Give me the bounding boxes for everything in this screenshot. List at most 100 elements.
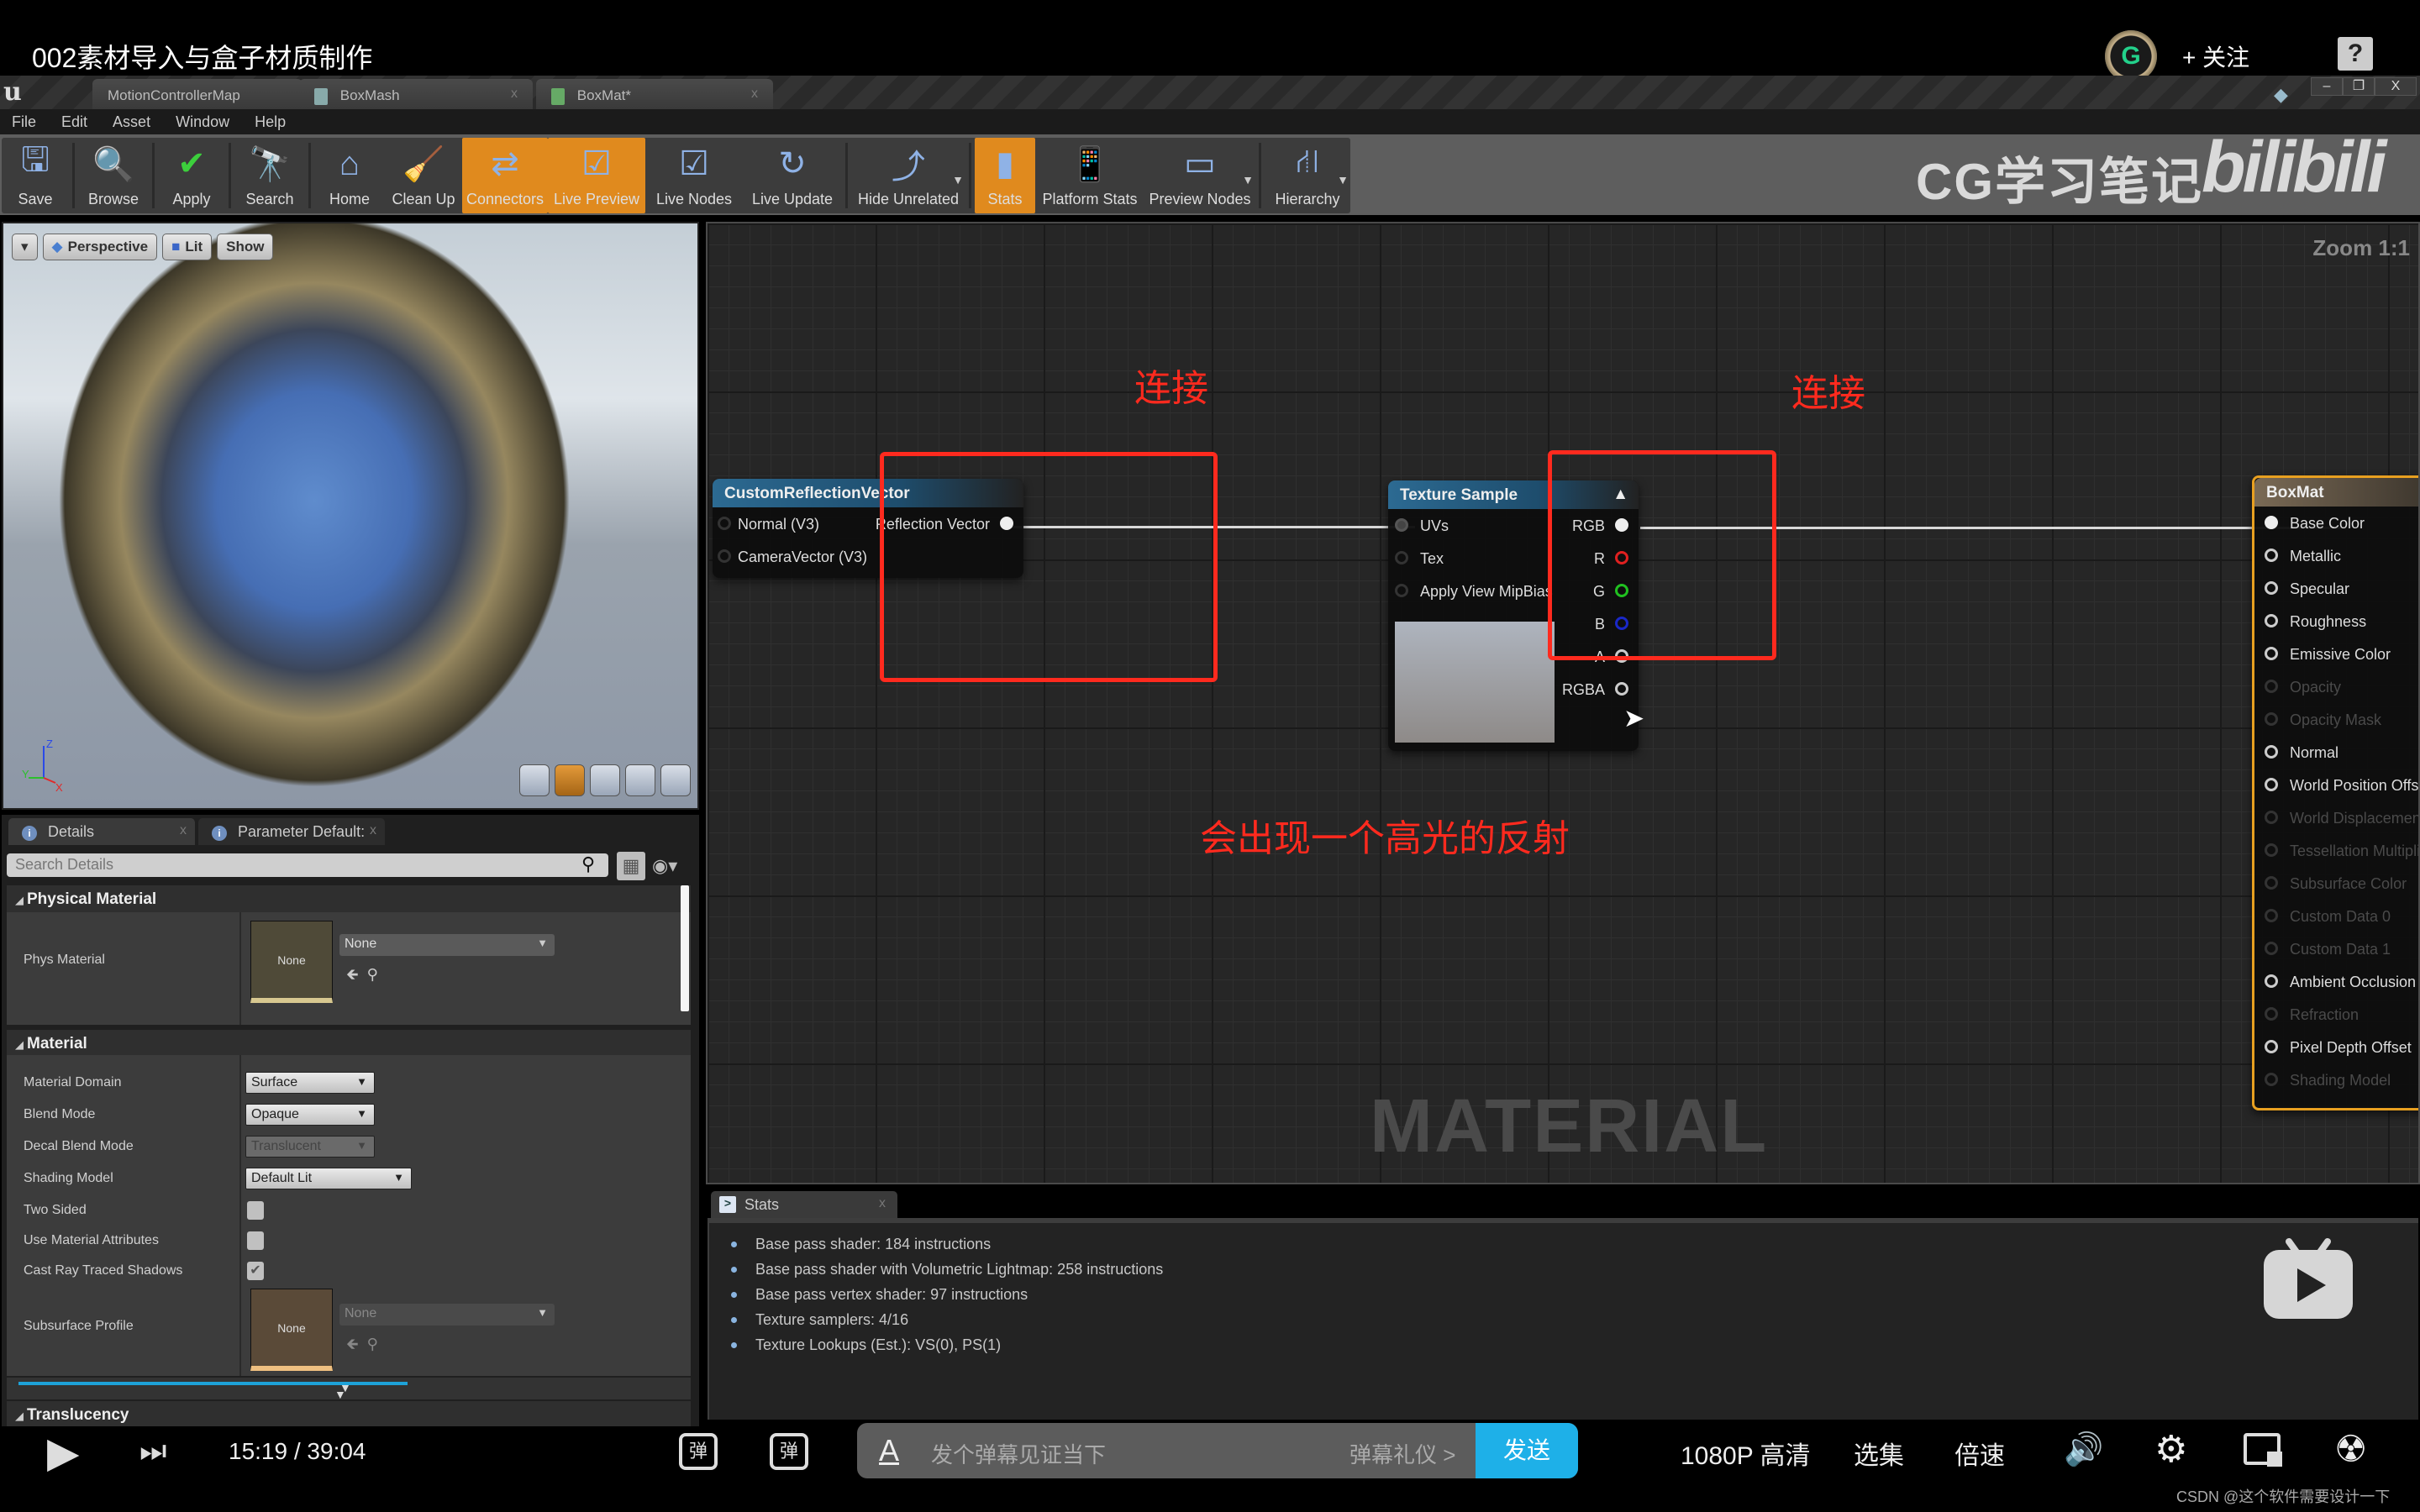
danmaku-input[interactable]: 发个弹幕见证当下	[931, 1438, 1106, 1469]
toolbar-browse-button[interactable]: 🔍 Browse	[78, 138, 149, 213]
input-pin[interactable]	[718, 517, 731, 530]
advanced-expander[interactable]: ▼	[7, 1378, 691, 1399]
speed-button[interactable]: 倍速	[1954, 1435, 2005, 1472]
sphere-preview-button[interactable]	[555, 764, 585, 796]
uploader-avatar[interactable]: G	[2105, 30, 2157, 82]
play-button[interactable]: ▶	[47, 1428, 79, 1477]
next-episode-button[interactable]: ⏭	[139, 1433, 166, 1469]
input-pin-pixel-depth-offset[interactable]	[2265, 1040, 2278, 1053]
input-pin-normal[interactable]	[2265, 745, 2278, 759]
dropdown-arrow-icon[interactable]: ▼	[1337, 173, 1349, 186]
blend-mode-combo[interactable]: Opaque ▼	[245, 1104, 375, 1126]
close-tab-icon[interactable]: x	[879, 1196, 886, 1211]
input-pin-roughness[interactable]	[2265, 614, 2278, 627]
input-pin-metallic[interactable]	[2265, 549, 2278, 562]
visibility-filter-eye-icon[interactable]: ◉▾	[652, 855, 677, 877]
lit-button[interactable]: ■ Lit	[162, 234, 213, 260]
dropdown-arrow-icon[interactable]: ▼	[952, 173, 964, 186]
dropdown-arrow-icon[interactable]: ▼	[1242, 173, 1254, 186]
danmaku-toggle-button[interactable]: 弹	[679, 1433, 718, 1470]
subsurface-profile-combo[interactable]: None ▼	[339, 1304, 555, 1326]
toolbar-live-update-button[interactable]: ↻ Live Update	[743, 138, 842, 213]
toolbar-hide-unrelated-button[interactable]: ⤴ Hide Unrelated ▼	[851, 138, 965, 213]
node-boxmat-result[interactable]: BoxMat Base Color Metallic Specular Roughne…	[2252, 475, 2418, 1110]
minimize-button[interactable]: –	[2311, 77, 2343, 96]
video-progress-bar[interactable]	[18, 1382, 408, 1385]
input-pin-world-position-offset[interactable]	[2265, 778, 2278, 791]
toolbar-search-button[interactable]: 🔭 Search	[234, 138, 305, 213]
input-pin[interactable]	[1395, 518, 1408, 532]
material-domain-combo[interactable]: Surface ▼	[245, 1072, 375, 1094]
shading-model-combo[interactable]: Default Lit ▼	[245, 1168, 412, 1189]
material-graph[interactable]: Zoom 1:1 CustomReflectionVector Normal (…	[706, 222, 2420, 1184]
use-selected-arrow-icon[interactable]: 🡸	[346, 966, 359, 983]
input-pin-emissive-color[interactable]	[2265, 647, 2278, 660]
input-pin-tessellation-multiplier[interactable]	[2265, 843, 2278, 857]
menu-window[interactable]: Window	[176, 113, 229, 131]
content-browser-shortcut-icon[interactable]: ◆	[2274, 84, 2288, 106]
toolbar-platform-stats-button[interactable]: 📱 Platform Stats	[1035, 138, 1144, 213]
toolbar-apply-button[interactable]: ✔ Apply	[158, 138, 225, 213]
toolbar-clean-up-button[interactable]: 🧹 Clean Up	[385, 138, 462, 213]
browse-search-icon[interactable]: ⚲	[367, 1336, 378, 1352]
menu-asset[interactable]: Asset	[113, 113, 150, 131]
teapot-preview-button[interactable]	[660, 764, 691, 796]
input-pin[interactable]	[1395, 584, 1408, 597]
search-details-input[interactable]: Search Details	[7, 853, 608, 877]
plane-preview-button[interactable]	[590, 764, 620, 796]
phys-material-thumbnail[interactable]: None	[250, 921, 333, 1003]
subsurface-profile-thumbnail[interactable]: None	[250, 1289, 333, 1371]
browse-search-icon[interactable]: ⚲	[367, 966, 378, 983]
menu-edit[interactable]: Edit	[61, 113, 87, 131]
send-danmaku-button[interactable]: 发送	[1476, 1423, 1578, 1478]
column-divider[interactable]	[239, 912, 241, 1025]
close-window-button[interactable]: X	[2375, 77, 2417, 96]
section-translucency[interactable]: ◢ Translucency	[7, 1401, 691, 1426]
input-pin-base-color[interactable]	[2265, 516, 2278, 529]
tab-stats[interactable]: > Stats x	[711, 1191, 897, 1218]
input-pin-opacity[interactable]	[2265, 680, 2278, 693]
danmaku-settings-button[interactable]: 弹	[770, 1433, 808, 1470]
follow-button[interactable]: + 关注	[2182, 39, 2249, 73]
picture-in-picture-icon[interactable]	[2244, 1433, 2282, 1467]
progress-handle-icon[interactable]: ▼	[334, 1388, 346, 1401]
cast-ray-traced-shadows-checkbox[interactable]: ✔	[247, 1262, 264, 1280]
column-divider[interactable]	[239, 1055, 241, 1376]
output-pin-rgba[interactable]	[1615, 682, 1628, 696]
toolbar-save-button[interactable]: 🖫 Save	[2, 138, 69, 213]
input-pin-world-displacement[interactable]	[2265, 811, 2278, 824]
toolbar-home-button[interactable]: ⌂ Home	[314, 138, 385, 213]
tab-boxmat[interactable]: BoxMat* x	[536, 79, 773, 109]
toolbar-live-preview-button[interactable]: ☑ Live Preview	[548, 138, 645, 213]
input-pin-refraction[interactable]	[2265, 1007, 2278, 1021]
cube-preview-button[interactable]	[625, 764, 655, 796]
close-tab-icon[interactable]: x	[511, 87, 518, 102]
section-physical-material[interactable]: ◢ Physical Material	[7, 885, 691, 912]
input-pin-ambient-occlusion[interactable]	[2265, 974, 2278, 988]
help-icon[interactable]: ?	[2338, 37, 2373, 71]
material-preview-viewport[interactable]: ▾ ◆ Perspective ■ Lit Show Z Y X	[2, 222, 699, 810]
tab-parameter-defaults[interactable]: i Parameter Default: x	[198, 818, 385, 845]
episodes-button[interactable]: 选集	[1854, 1435, 1904, 1472]
cylinder-preview-button[interactable]	[519, 764, 550, 796]
maximize-button[interactable]: ❐	[2343, 77, 2375, 96]
phys-material-combo[interactable]: None ▼	[339, 934, 555, 956]
input-pin-shading-model[interactable]	[2265, 1073, 2278, 1086]
bilibili-tv-play-icon[interactable]	[2262, 1235, 2354, 1319]
viewport-options-button[interactable]: ▾	[12, 234, 38, 260]
settings-gear-icon[interactable]: ⚙	[2154, 1428, 2187, 1471]
input-pin-opacity-mask[interactable]	[2265, 712, 2278, 726]
quality-button[interactable]: 1080P 高清	[1681, 1435, 1811, 1472]
tab-details[interactable]: i Details x	[8, 818, 195, 845]
show-button[interactable]: Show	[217, 234, 274, 260]
close-tab-icon[interactable]: x	[751, 87, 758, 102]
volume-icon[interactable]: 🔊	[2064, 1431, 2103, 1468]
toolbar-preview-nodes-button[interactable]: ▭ Preview Nodes ▼	[1144, 138, 1255, 213]
use-selected-arrow-icon[interactable]: 🡸	[346, 1336, 359, 1352]
two-sided-checkbox[interactable]	[247, 1201, 264, 1220]
input-pin-custom-data-1[interactable]	[2265, 942, 2278, 955]
view-options-grid-icon[interactable]: ▦	[617, 852, 645, 880]
details-scrollbar[interactable]	[681, 885, 689, 1011]
input-pin[interactable]	[718, 549, 731, 563]
decal-blend-mode-combo[interactable]: Translucent ▼	[245, 1136, 375, 1158]
